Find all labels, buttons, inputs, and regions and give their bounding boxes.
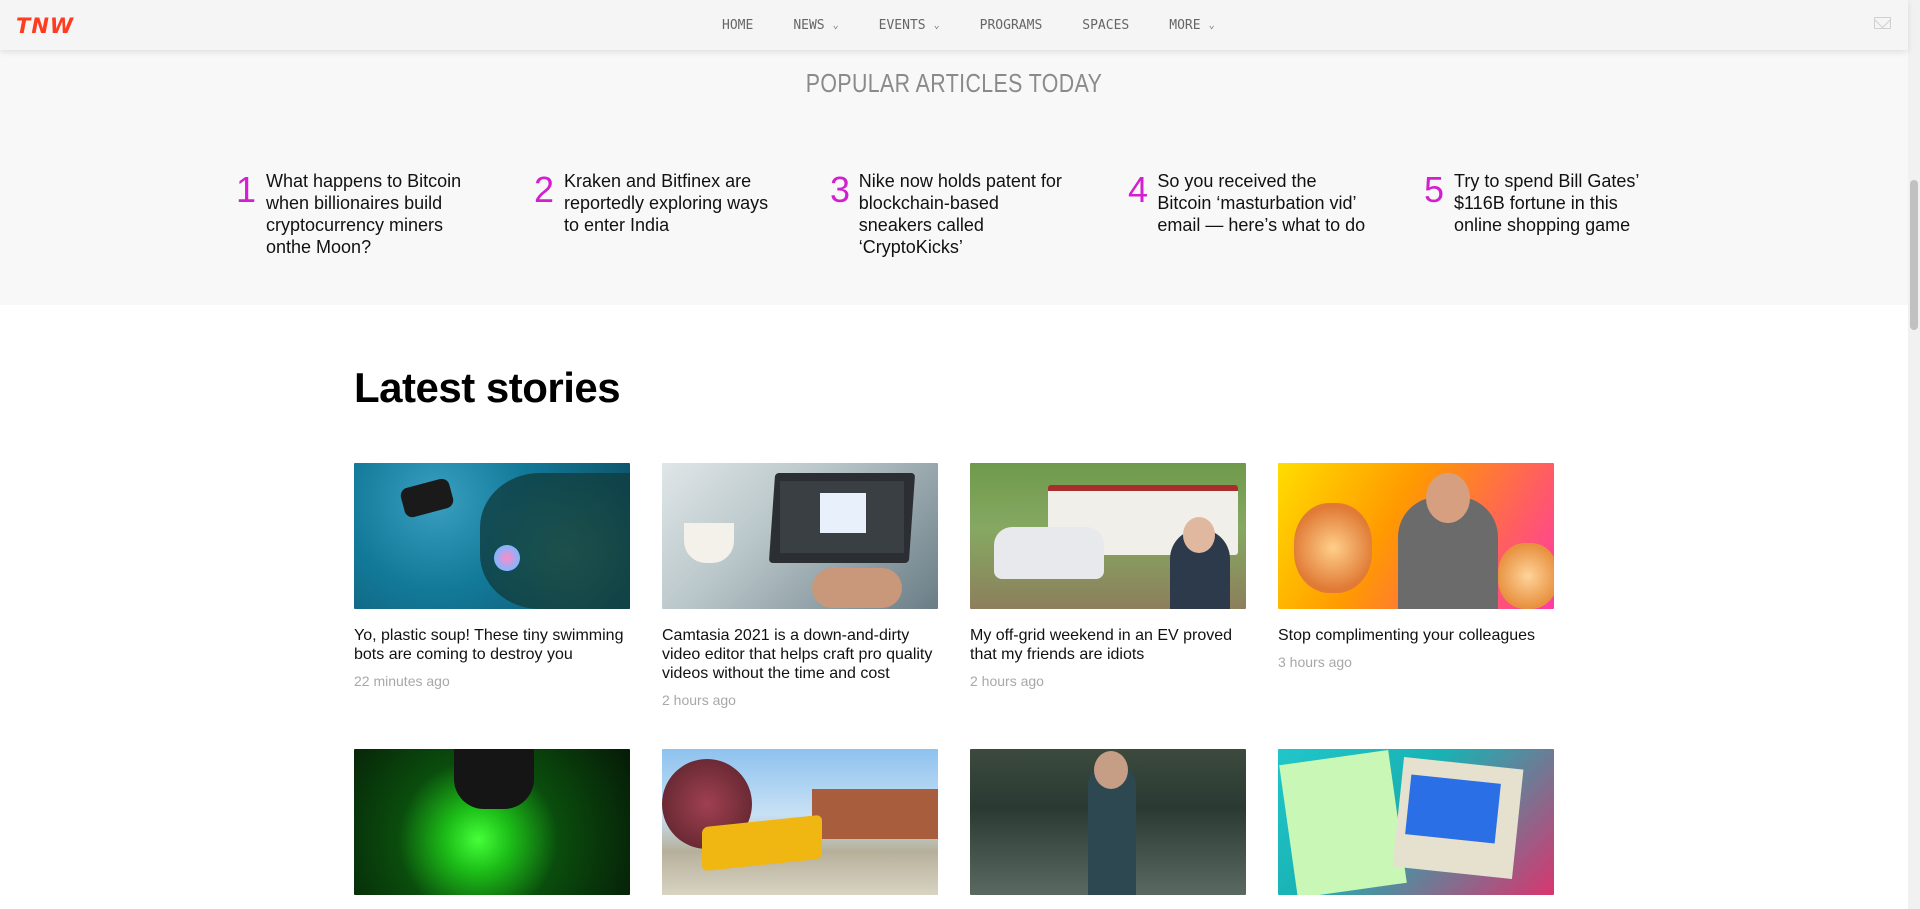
story-title[interactable]: Yo, plastic soup! These tiny swimming bo… <box>354 626 630 664</box>
tnw-logo[interactable]: TNW <box>16 14 74 38</box>
popular-article-number: 1 <box>236 169 257 210</box>
story-card[interactable] <box>662 749 938 895</box>
story-thumbnail[interactable] <box>970 463 1246 609</box>
popular-article-title[interactable]: So you received the Bitcoin ‘masturbatio… <box>1157 170 1368 236</box>
chevron-down-icon[interactable]: ⌄ <box>934 20 940 31</box>
story-title[interactable]: Stop complimenting your colleagues <box>1278 626 1554 645</box>
popular-article-number: 5 <box>1424 169 1445 210</box>
popular-article-title[interactable]: Nike now holds patent for blockchain-bas… <box>859 170 1070 258</box>
top-navigation-bar: TNW HOME NEWS ⌄ EVENTS ⌄ PROGRAMS SPACES… <box>0 0 1908 50</box>
story-card[interactable] <box>354 749 630 895</box>
popular-article-3[interactable]: 3 Nike now holds patent for blockchain-b… <box>830 170 1070 258</box>
nav-news-label[interactable]: NEWS <box>793 18 824 33</box>
latest-stories-heading: Latest stories <box>354 364 621 411</box>
story-timestamp: 3 hours ago <box>1278 654 1352 670</box>
nav-programs[interactable]: PROGRAMS <box>980 18 1043 33</box>
story-timestamp: 22 minutes ago <box>354 673 450 689</box>
story-thumbnail[interactable] <box>354 463 630 609</box>
nav-spaces[interactable]: SPACES <box>1082 18 1129 33</box>
story-card[interactable]: Camtasia 2021 is a down-and-dirty video … <box>662 463 938 708</box>
nav-events[interactable]: EVENTS ⌄ <box>879 18 940 33</box>
main-nav: HOME NEWS ⌄ EVENTS ⌄ PROGRAMS SPACES MOR… <box>722 0 1255 50</box>
story-card[interactable] <box>1278 749 1554 895</box>
mail-icon[interactable] <box>1874 17 1891 29</box>
story-thumbnail[interactable] <box>970 749 1246 895</box>
story-card[interactable]: Yo, plastic soup! These tiny swimming bo… <box>354 463 630 689</box>
story-timestamp: 2 hours ago <box>970 673 1044 689</box>
nav-more[interactable]: MORE ⌄ <box>1169 18 1214 33</box>
story-thumbnail[interactable] <box>1278 463 1554 609</box>
story-thumbnail[interactable] <box>662 749 938 895</box>
popular-article-5[interactable]: 5 Try to spend Bill Gates’ $116B fortune… <box>1424 170 1664 236</box>
scrollbar-track[interactable] <box>1908 0 1920 909</box>
popular-article-number: 3 <box>830 169 851 210</box>
story-thumbnail[interactable] <box>1278 749 1554 895</box>
popular-article-2[interactable]: 2 Kraken and Bitfinex are reportedly exp… <box>534 170 774 236</box>
nav-spaces-label[interactable]: SPACES <box>1082 18 1129 33</box>
popular-article-title[interactable]: Try to spend Bill Gates’ $116B fortune i… <box>1454 170 1654 236</box>
story-timestamp: 2 hours ago <box>662 692 736 708</box>
chevron-down-icon[interactable]: ⌄ <box>1209 20 1215 31</box>
story-title[interactable]: My off-grid weekend in an EV proved that… <box>970 626 1246 664</box>
popular-articles-title: POPULAR ARTICLES TODAY <box>805 68 1103 98</box>
popular-article-4[interactable]: 4 So you received the Bitcoin ‘masturbat… <box>1128 170 1368 236</box>
story-title[interactable]: Camtasia 2021 is a down-and-dirty video … <box>662 626 938 683</box>
nav-programs-label[interactable]: PROGRAMS <box>980 18 1043 33</box>
story-card[interactable] <box>970 749 1246 895</box>
story-thumbnail[interactable] <box>354 749 630 895</box>
nav-news[interactable]: NEWS ⌄ <box>793 18 838 33</box>
popular-article-1[interactable]: 1 What happens to Bitcoin when billionai… <box>236 170 476 258</box>
chevron-down-icon[interactable]: ⌄ <box>833 20 839 31</box>
nav-home[interactable]: HOME <box>722 18 753 33</box>
nav-more-label[interactable]: MORE <box>1169 18 1200 33</box>
scrollbar-thumb[interactable] <box>1910 180 1918 330</box>
story-card[interactable]: My off-grid weekend in an EV proved that… <box>970 463 1246 689</box>
popular-article-number: 4 <box>1128 169 1149 210</box>
story-card[interactable]: Stop complimenting your colleagues 3 hou… <box>1278 463 1554 670</box>
popular-article-title[interactable]: What happens to Bitcoin when billionaire… <box>266 170 466 258</box>
nav-home-label[interactable]: HOME <box>722 18 753 33</box>
popular-article-title[interactable]: Kraken and Bitfinex are reportedly explo… <box>564 170 774 236</box>
story-thumbnail[interactable] <box>662 463 938 609</box>
nav-events-label[interactable]: EVENTS <box>879 18 926 33</box>
popular-article-number: 2 <box>534 169 555 210</box>
